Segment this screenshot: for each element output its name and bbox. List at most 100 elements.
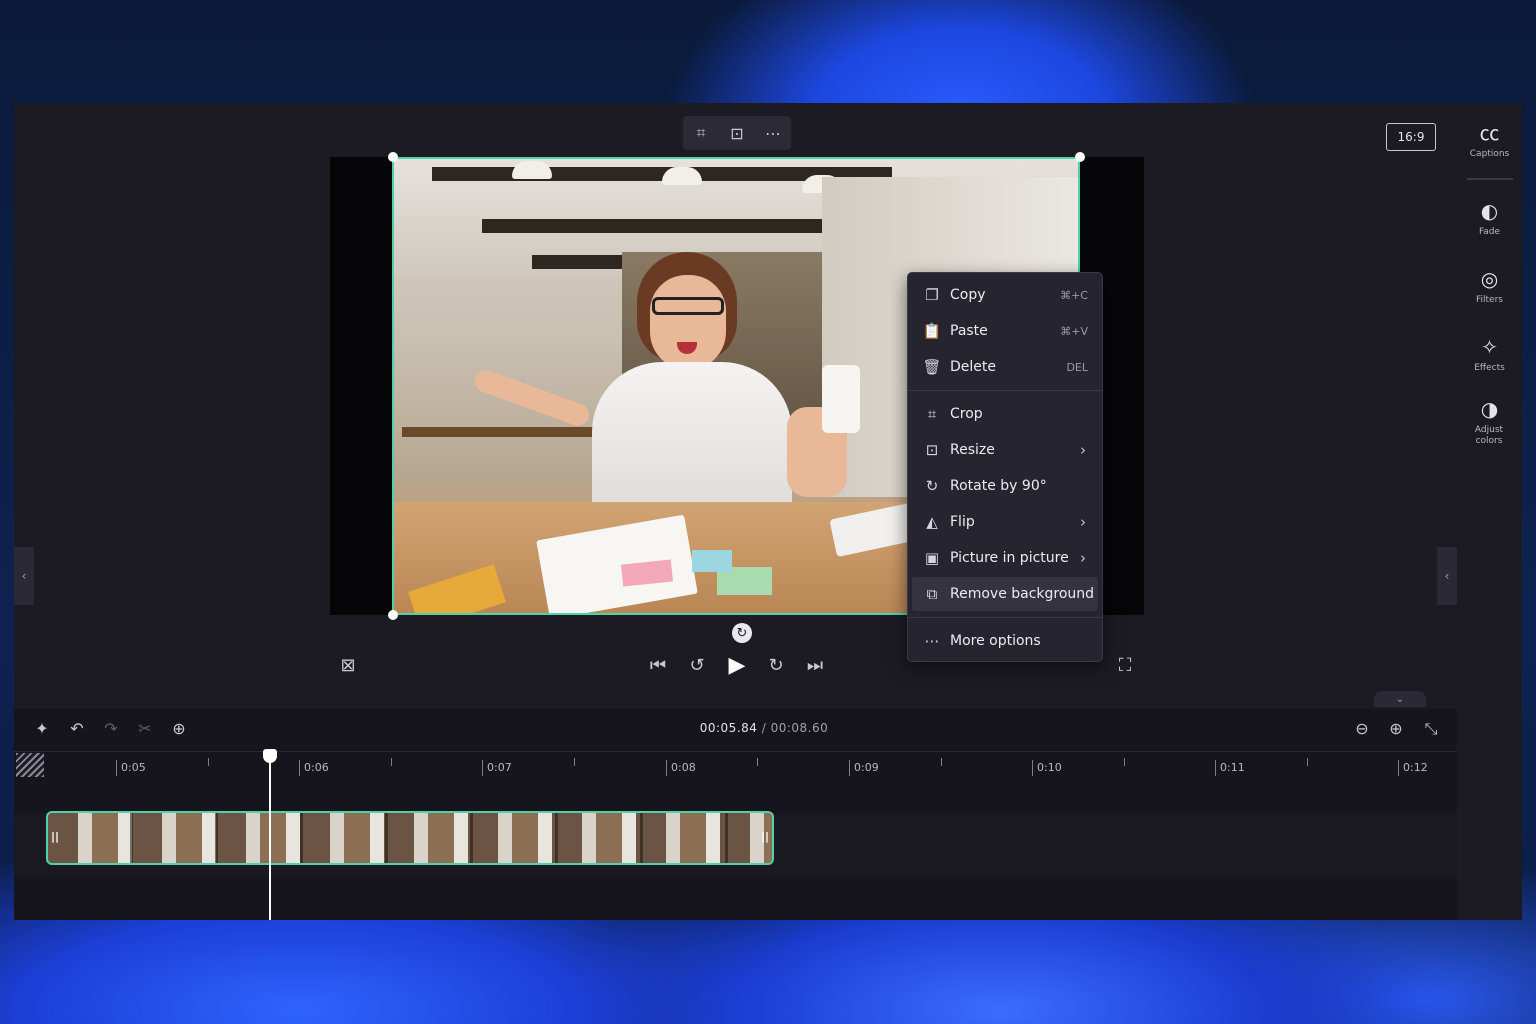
menu-shortcut: DEL bbox=[1066, 360, 1088, 374]
playhead-handle[interactable] bbox=[263, 749, 277, 763]
scene-desk bbox=[402, 427, 602, 437]
menu-item-rotate[interactable]: ↻ Rotate by 90° bbox=[912, 469, 1098, 503]
tick-minor bbox=[574, 758, 575, 766]
resize-icon[interactable]: ⊡ bbox=[722, 124, 752, 143]
menu-item-copy[interactable]: ❐ Copy ⌘+C bbox=[912, 278, 1098, 312]
clip-trim-handle-left[interactable]: || bbox=[51, 830, 59, 843]
rail-label: Captions bbox=[1469, 149, 1510, 159]
resize-handle-top-left[interactable] bbox=[388, 152, 398, 162]
redo-icon[interactable]: ↷ bbox=[100, 719, 122, 738]
fade-icon: ◐ bbox=[1480, 199, 1499, 223]
menu-item-label: More options bbox=[950, 633, 1041, 649]
menu-shortcut: ⌘+V bbox=[1060, 324, 1088, 338]
menu-item-delete[interactable]: 🗑 Delete DEL bbox=[912, 350, 1098, 384]
time-readout: 00:05.84 / 00:08.60 bbox=[614, 721, 914, 735]
menu-item-label: Resize bbox=[950, 442, 995, 458]
resize-handle-bottom-left[interactable] bbox=[388, 610, 398, 620]
tick-minor bbox=[391, 758, 392, 766]
scene-mug bbox=[822, 365, 860, 433]
magic-tool-icon[interactable]: ✦ bbox=[31, 719, 53, 738]
rotate-icon: ↻ bbox=[925, 477, 939, 495]
tick-minor bbox=[757, 758, 758, 766]
tick-label: 0:12 bbox=[1398, 760, 1428, 776]
zoom-out-icon[interactable]: ⊖ bbox=[1351, 719, 1373, 738]
undo-icon[interactable]: ↶ bbox=[66, 719, 88, 738]
menu-separator bbox=[908, 617, 1102, 618]
fit-timeline-icon[interactable]: ⤡ bbox=[1420, 719, 1442, 739]
video-editor-window: ⌗ ⊡ ⋯ 16:9 ↻ ❐ Copy ⌘+C 📋 Paste ⌘+V 🗑 De… bbox=[14, 103, 1522, 920]
copy-icon: ❐ bbox=[925, 286, 939, 304]
menu-item-resize[interactable]: ⊡ Resize › bbox=[912, 433, 1098, 467]
rail-captions[interactable]: ㏄ Captions bbox=[1457, 121, 1522, 160]
effects-icon: ✧ bbox=[1481, 335, 1498, 359]
resize-icon: ⊡ bbox=[925, 441, 939, 459]
person-face bbox=[650, 275, 726, 370]
resize-handle-top-right[interactable] bbox=[1075, 152, 1085, 162]
menu-item-flip[interactable]: ◭ Flip › bbox=[912, 505, 1098, 539]
tick-label: 0:10 bbox=[1032, 760, 1062, 776]
rail-label: Fade bbox=[1478, 227, 1501, 237]
left-panel-toggle[interactable]: ‹ bbox=[14, 547, 34, 605]
fullscreen-icon[interactable]: ⛶ bbox=[1112, 653, 1138, 679]
tick-minor bbox=[208, 758, 209, 766]
adjust-colors-icon: ◑ bbox=[1480, 397, 1499, 421]
clip-trim-handle-right[interactable]: || bbox=[761, 830, 769, 843]
more-icon[interactable]: ⋯ bbox=[758, 124, 788, 143]
rail-filters[interactable]: ◎ Filters bbox=[1457, 267, 1522, 306]
timeline-ruler[interactable]: 0:05 0:06 0:07 0:08 0:09 0:10 0:11 0:12 bbox=[14, 751, 1457, 780]
context-menu: ❐ Copy ⌘+C 📋 Paste ⌘+V 🗑 Delete DEL ⌗ Cr… bbox=[907, 272, 1103, 662]
rail-adjust-colors[interactable]: ◑ Adjust colors bbox=[1457, 397, 1522, 447]
menu-item-label: Delete bbox=[950, 359, 996, 375]
preview-toolbar: ⌗ ⊡ ⋯ bbox=[683, 116, 791, 150]
play-icon[interactable]: ▶ bbox=[724, 653, 750, 679]
scene-lamp bbox=[512, 161, 552, 179]
tick-label: 0:09 bbox=[849, 760, 879, 776]
split-icon[interactable]: ✂ bbox=[134, 719, 156, 738]
rewind-icon[interactable]: ↺ bbox=[684, 653, 710, 679]
filters-icon: ◎ bbox=[1480, 267, 1499, 291]
picture-in-picture-icon: ▣ bbox=[924, 549, 940, 567]
captions-toggle-icon[interactable]: ⊠ bbox=[335, 653, 361, 679]
aspect-ratio-button[interactable]: 16:9 bbox=[1386, 123, 1436, 151]
rail-label: Effects bbox=[1474, 363, 1505, 373]
menu-item-paste[interactable]: 📋 Paste ⌘+V bbox=[912, 314, 1098, 348]
menu-separator bbox=[908, 390, 1102, 391]
menu-item-label: Remove background bbox=[950, 586, 1095, 602]
tick-label: 0:07 bbox=[482, 760, 512, 776]
right-panel-toggle[interactable]: ‹ bbox=[1437, 547, 1457, 605]
forward-icon[interactable]: ↻ bbox=[763, 653, 789, 679]
menu-item-crop[interactable]: ⌗ Crop bbox=[912, 397, 1098, 431]
captions-icon: ㏄ bbox=[1479, 121, 1500, 145]
menu-item-more-options[interactable]: ⋯ More options bbox=[912, 624, 1098, 658]
skip-to-start-icon[interactable]: ⏮ bbox=[645, 653, 671, 679]
menu-item-picture-in-picture[interactable]: ▣ Picture in picture › bbox=[912, 541, 1098, 575]
crop-icon: ⌗ bbox=[927, 405, 937, 423]
rail-label: Filters bbox=[1476, 295, 1503, 305]
menu-item-label: Flip bbox=[950, 514, 975, 530]
tick-minor bbox=[1124, 758, 1125, 766]
video-clip[interactable]: || || bbox=[46, 811, 774, 865]
chevron-right-icon: › bbox=[1080, 513, 1086, 531]
menu-item-label: Crop bbox=[950, 406, 983, 422]
rail-fade[interactable]: ◐ Fade bbox=[1457, 199, 1522, 238]
rotate-handle-icon[interactable]: ↻ bbox=[732, 623, 752, 643]
tick-label: 0:08 bbox=[666, 760, 696, 776]
skip-to-end-icon[interactable]: ⏭ bbox=[802, 653, 828, 679]
playhead[interactable] bbox=[269, 759, 271, 920]
tick-label: 0:11 bbox=[1215, 760, 1245, 776]
total-time: / 00:08.60 bbox=[761, 721, 829, 735]
scene-sticky-note bbox=[692, 550, 732, 572]
crop-icon[interactable]: ⌗ bbox=[686, 123, 716, 143]
menu-item-label: Picture in picture bbox=[950, 550, 1069, 566]
menu-item-label: Paste bbox=[950, 323, 988, 339]
tick-label: 0:06 bbox=[299, 760, 329, 776]
rail-separator bbox=[1467, 178, 1513, 180]
menu-item-remove-background[interactable]: ⧉ Remove background bbox=[912, 577, 1098, 611]
collapse-preview-button[interactable]: ⌄ bbox=[1374, 691, 1426, 707]
person-glasses bbox=[652, 297, 724, 315]
delete-icon: 🗑 bbox=[922, 358, 942, 376]
rail-effects[interactable]: ✧ Effects bbox=[1457, 335, 1522, 374]
add-clip-icon[interactable]: ⊕ bbox=[168, 719, 190, 738]
zoom-in-icon[interactable]: ⊕ bbox=[1385, 719, 1407, 738]
clip-thumbnails bbox=[48, 813, 772, 863]
